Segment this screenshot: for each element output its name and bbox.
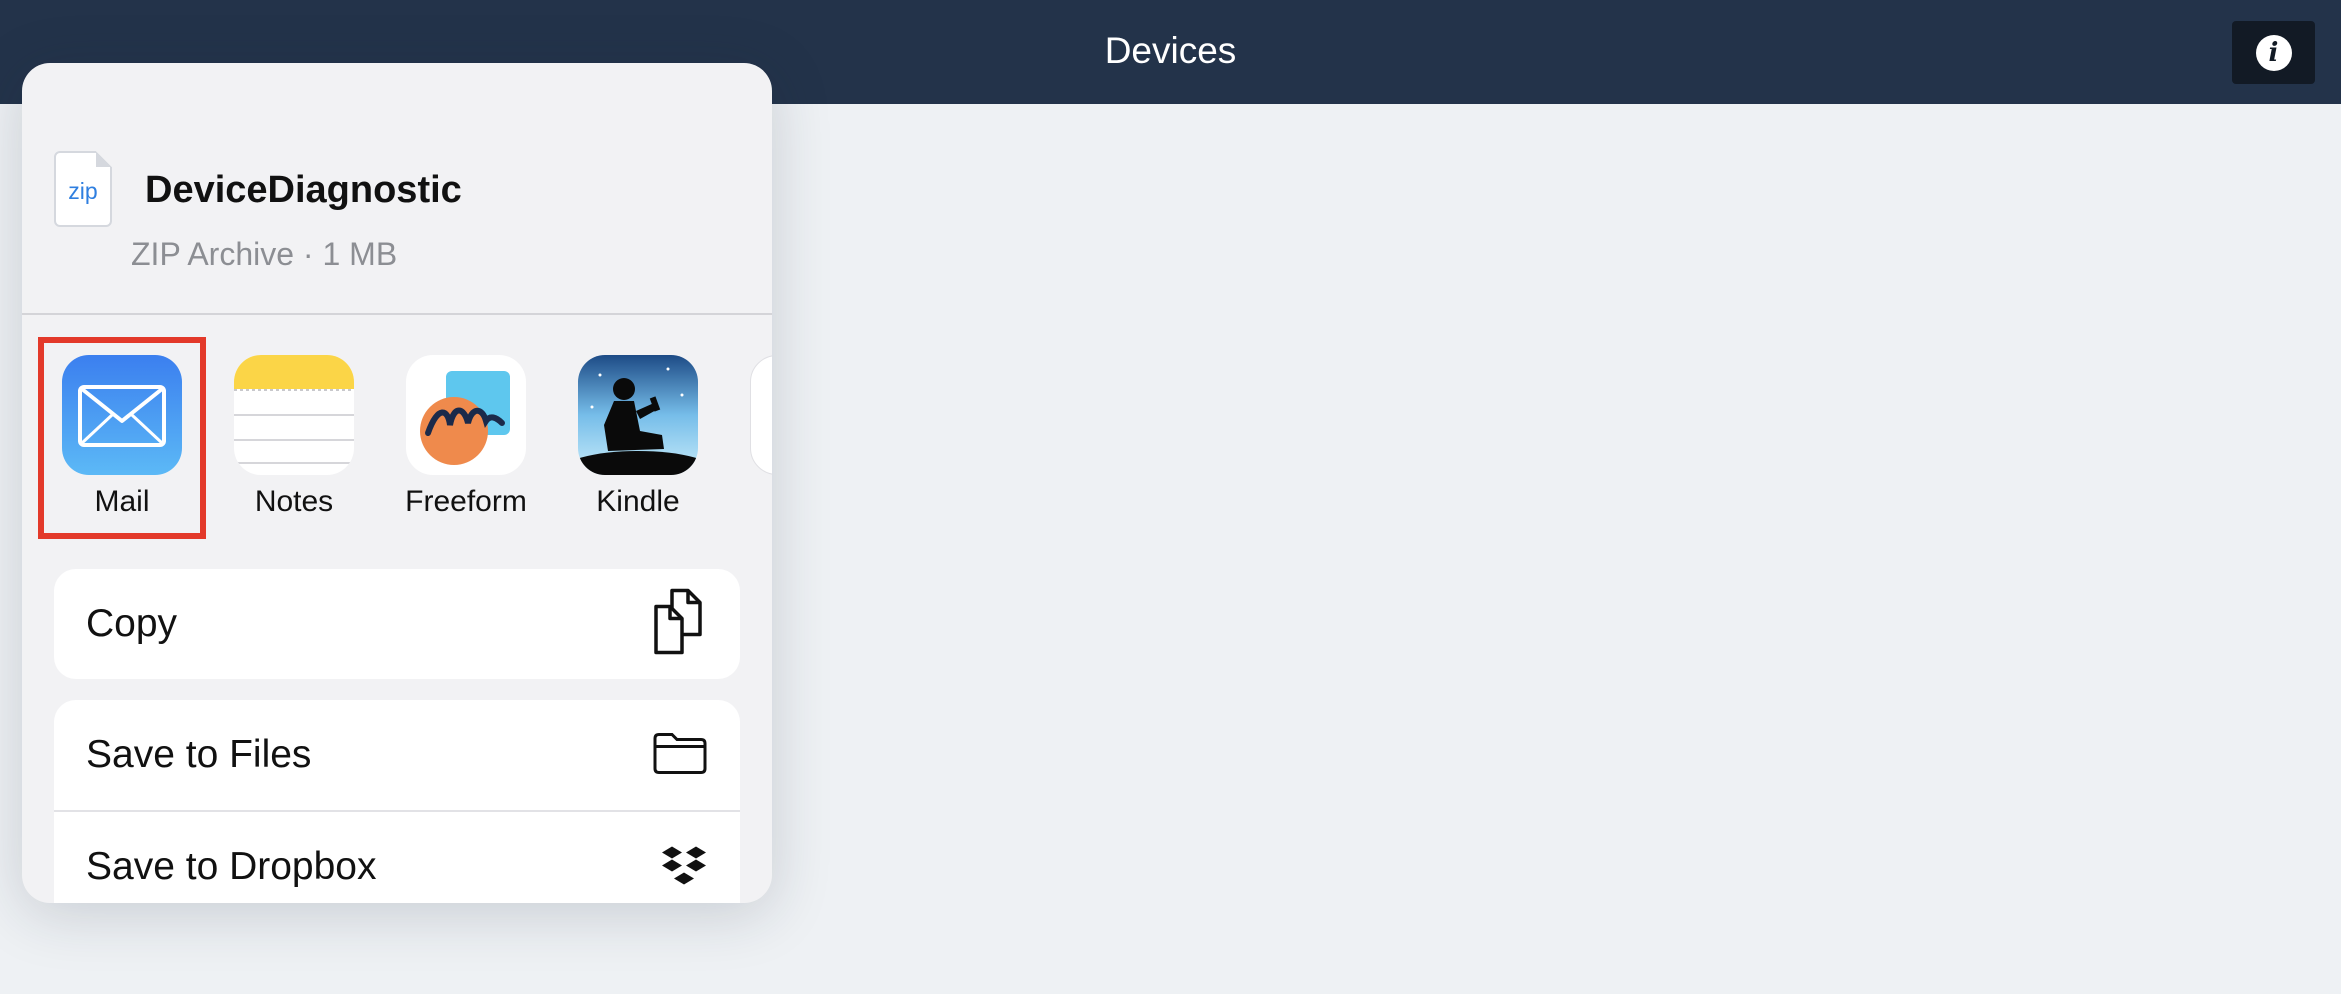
app-label-freeform: Freeform [405,485,527,518]
notes-graphic [234,355,354,464]
freeform-graphic [420,371,510,465]
app-label-notes: Notes [254,485,334,518]
app-label-partial: K [735,485,772,519]
file-details: ZIP Archive · 1 MB [131,236,398,272]
folder-glyph [653,733,707,774]
save-action-group: Save to Files Save to Dropbox [54,700,740,903]
file-type-label: zip [68,178,98,204]
copy-label: Copy [86,602,178,645]
zip-file-icon: zip [54,151,112,227]
share-app-kindle[interactable]: Kindle [563,355,713,519]
app-label-kindle: Kindle [596,485,680,518]
freeform-icon [406,355,526,475]
save-to-dropbox-label: Save to Dropbox [86,845,377,888]
kindle-icon [578,355,698,475]
copy-action-group: Copy [54,569,740,679]
save-to-files-action[interactable]: Save to Files [54,700,740,810]
copy-action[interactable]: Copy [54,569,740,679]
notes-icon [234,355,354,475]
file-name: DeviceDiagnostic [145,169,462,211]
share-app-notes[interactable]: Notes [219,355,369,519]
app-icon-partial [750,355,772,475]
save-to-files-label: Save to Files [86,733,312,776]
info-button[interactable]: i [2232,21,2315,84]
mail-highlight-outline [38,337,206,539]
info-icon: i [2255,34,2292,71]
share-app-freeform[interactable]: Freeform [391,355,541,519]
copy-icon [652,588,708,660]
dropbox-glyph [662,846,706,885]
save-to-dropbox-action[interactable]: Save to Dropbox [54,812,740,903]
app-screen: Devices i zip DeviceDiagnostic ZIP Archi… [0,0,2341,994]
dropbox-icon [660,845,708,890]
share-sheet: zip DeviceDiagnostic ZIP Archive · 1 MB … [22,63,772,903]
kindle-reader-graphic [578,367,698,475]
popover-arrow [22,127,44,171]
folder-icon [652,731,708,780]
share-app-partial[interactable]: K [735,355,772,519]
copy-glyph [654,588,702,655]
